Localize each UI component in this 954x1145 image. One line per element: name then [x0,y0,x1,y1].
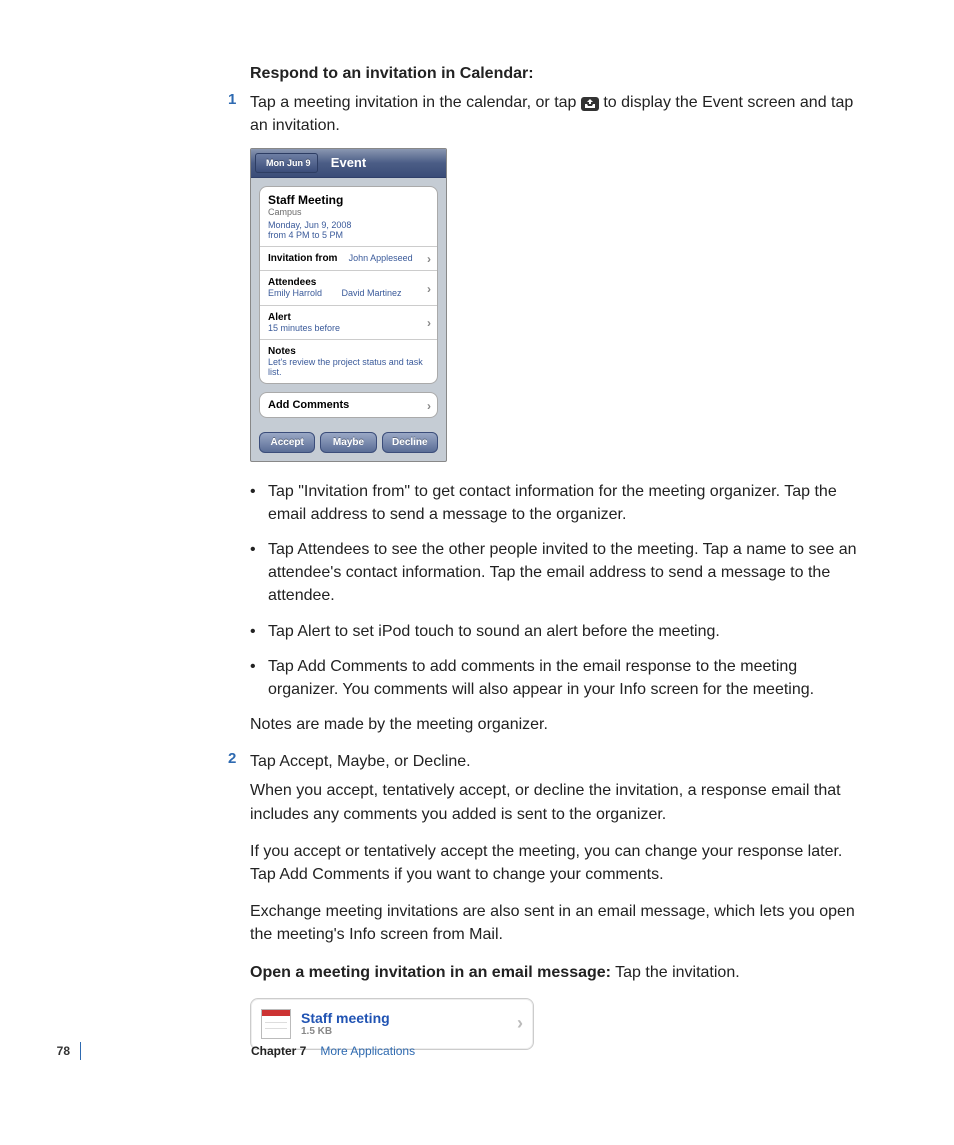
open-invitation-heading: Open a meeting invitation in an email me… [250,964,611,981]
notes-label: Notes [268,346,429,357]
open-invitation-line: Open a meeting invitation in an email me… [250,961,870,984]
chevron-right-icon: › [427,252,431,266]
calendar-icon [261,1009,291,1039]
bullet-item: •Tap "Invitation from" to get contact in… [268,480,870,526]
bullet-item: •Tap Add Comments to add comments in the… [268,655,870,701]
attachment-size: 1.5 KB [301,1026,390,1037]
invitation-from-value: John Appleseed [349,253,413,263]
step2-line1: Tap Accept, Maybe, or Decline. [250,750,870,773]
bullet-item: •Tap Attendees to see the other people i… [268,538,870,608]
notes-value: Let's review the project status and task… [268,357,429,377]
chevron-right-icon: › [427,316,431,330]
decline-button[interactable]: Decline [382,432,438,453]
attendee-2: David Martinez [341,288,401,298]
back-button[interactable]: Mon Jun 9 [255,153,318,173]
step-number: 2 [228,750,236,767]
step2-line3: If you accept or tentatively accept the … [250,840,870,886]
alert-row[interactable]: Alert 15 minutes before › [260,305,437,339]
nav-bar: Mon Jun 9 Event [251,149,446,178]
section-heading: Respond to an invitation in Calendar: [250,62,870,85]
chapter-title: More Applications [320,1044,415,1058]
page-number: 78 [0,1044,80,1058]
open-invitation-tail: Tap the invitation. [611,964,740,981]
chevron-right-icon: › [517,1013,523,1034]
inbox-icon [581,97,599,111]
footer-rule [80,1042,81,1060]
event-date: Monday, Jun 9, 2008 [268,220,429,230]
chapter-label: Chapter 7 [251,1044,306,1058]
attendees-label: Attendees [268,277,429,288]
bullet-item: •Tap Alert to set iPod touch to sound an… [268,620,870,643]
maybe-button[interactable]: Maybe [320,432,376,453]
nav-title: Event [331,155,366,170]
step2-line4: Exchange meeting invitations are also se… [250,900,870,946]
chevron-right-icon: › [427,399,431,413]
event-location: Campus [268,207,429,217]
step1-text-a: Tap a meeting invitation in the calendar… [250,94,576,111]
bullet-text: Tap Add Comments to add comments in the … [268,658,814,698]
step-1: 1 Tap a meeting invitation in the calend… [250,91,870,736]
invitation-from-label: Invitation from [268,253,337,264]
notes-row: Notes Let's review the project status an… [260,339,437,383]
step2-line2: When you accept, tentatively accept, or … [250,779,870,825]
add-comments-row[interactable]: Add Comments › [260,393,437,417]
invitation-from-row[interactable]: Invitation from John Appleseed › [260,246,437,270]
alert-value: 15 minutes before [268,323,429,333]
bullet-text: Tap Alert to set iPod touch to sound an … [268,623,720,640]
add-comments-label: Add Comments [268,399,349,411]
bullet-text: Tap Attendees to see the other people in… [268,541,857,604]
bullet-text: Tap "Invitation from" to get contact inf… [268,483,837,523]
alert-label: Alert [268,312,429,323]
event-header-row: Staff Meeting Campus Monday, Jun 9, 2008… [260,187,437,246]
chevron-right-icon: › [427,282,431,296]
event-screen: Mon Jun 9 Event Staff Meeting Campus Mon… [250,148,447,462]
attachment-title: Staff meeting [301,1010,390,1026]
step-number: 1 [228,91,236,108]
accept-button[interactable]: Accept [259,432,315,453]
attendee-1: Emily Harrold [268,288,322,298]
attendees-row[interactable]: Attendees Emily Harrold David Martinez › [260,270,437,305]
page-footer: 78 Chapter 7 More Applications [0,1042,954,1060]
step-2: 2 Tap Accept, Maybe, or Decline. When yo… [250,750,870,1050]
notes-paragraph: Notes are made by the meeting organizer. [250,713,870,736]
event-title: Staff Meeting [268,193,429,207]
event-time: from 4 PM to 5 PM [268,230,429,240]
